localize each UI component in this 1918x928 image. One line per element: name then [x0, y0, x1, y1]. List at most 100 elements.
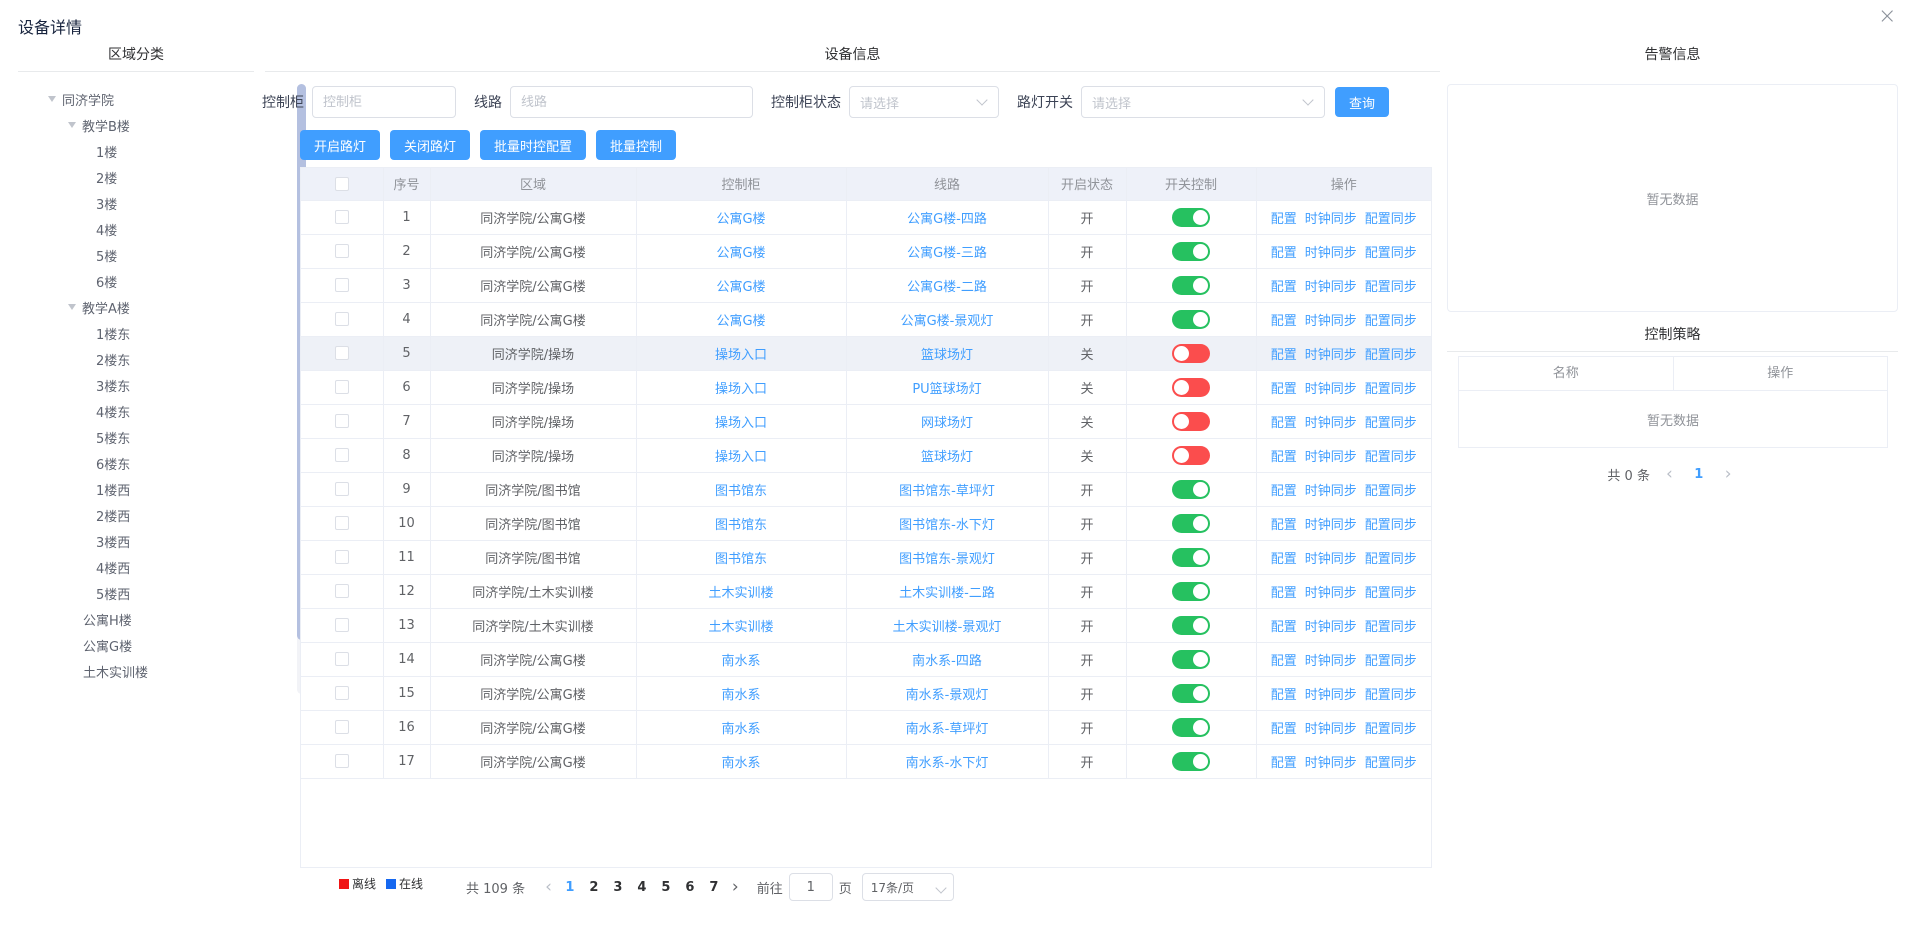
clock-sync-link[interactable]: 时钟同步: [1305, 518, 1357, 533]
clock-sync-link[interactable]: 时钟同步: [1305, 416, 1357, 431]
caret-down-icon[interactable]: [68, 122, 76, 128]
config-sync-link[interactable]: 配置同步: [1365, 450, 1417, 465]
cabinet-link[interactable]: 公寓G楼: [716, 212, 765, 227]
config-link[interactable]: 配置: [1271, 688, 1297, 703]
light-switch-toggle[interactable]: [1172, 480, 1210, 499]
table-row[interactable]: 12同济学院/土木实训楼土木实训楼土木实训楼-二路开配置时钟同步配置同步: [301, 574, 1431, 608]
lights-off-button[interactable]: 关闭路灯: [390, 130, 470, 160]
page-size-select[interactable]: 17条/页: [862, 873, 954, 901]
config-link[interactable]: 配置: [1271, 518, 1297, 533]
cabinet-link[interactable]: 土木实训楼: [708, 620, 773, 635]
row-checkbox[interactable]: [335, 482, 349, 496]
clock-sync-link[interactable]: 时钟同步: [1305, 212, 1357, 227]
tree-node[interactable]: 教学A楼: [18, 294, 274, 320]
clock-sync-link[interactable]: 时钟同步: [1305, 484, 1357, 499]
row-checkbox[interactable]: [335, 210, 349, 224]
table-row[interactable]: 7同济学院/操场操场入口网球场灯关配置时钟同步配置同步: [301, 404, 1431, 438]
goto-page-input[interactable]: [789, 873, 833, 901]
tree-node[interactable]: 3楼西: [18, 528, 274, 554]
row-checkbox[interactable]: [335, 448, 349, 462]
clock-sync-link[interactable]: 时钟同步: [1305, 756, 1357, 771]
tree-node[interactable]: 6楼东: [18, 450, 274, 476]
config-link[interactable]: 配置: [1271, 246, 1297, 261]
clock-sync-link[interactable]: 时钟同步: [1305, 552, 1357, 567]
config-link[interactable]: 配置: [1271, 654, 1297, 669]
row-checkbox[interactable]: [335, 346, 349, 360]
config-sync-link[interactable]: 配置同步: [1365, 654, 1417, 669]
config-sync-link[interactable]: 配置同步: [1365, 722, 1417, 737]
tree-node[interactable]: 公寓H楼: [18, 606, 274, 632]
caret-down-icon[interactable]: [68, 304, 76, 310]
tree-node[interactable]: 1楼西: [18, 476, 274, 502]
cabinet-link[interactable]: 公寓G楼: [716, 280, 765, 295]
clock-sync-link[interactable]: 时钟同步: [1305, 348, 1357, 363]
row-checkbox[interactable]: [335, 652, 349, 666]
line-link[interactable]: PU篮球场灯: [912, 382, 981, 397]
table-row[interactable]: 10同济学院/图书馆图书馆东图书馆东-水下灯开配置时钟同步配置同步: [301, 506, 1431, 540]
row-checkbox[interactable]: [335, 550, 349, 564]
light-switch-toggle[interactable]: [1172, 378, 1210, 397]
table-row[interactable]: 8同济学院/操场操场入口篮球场灯关配置时钟同步配置同步: [301, 438, 1431, 472]
tree-node[interactable]: 6楼: [18, 268, 274, 294]
config-link[interactable]: 配置: [1271, 552, 1297, 567]
clock-sync-link[interactable]: 时钟同步: [1305, 314, 1357, 329]
light-switch-toggle[interactable]: [1172, 344, 1210, 363]
cabinet-link[interactable]: 图书馆东: [715, 518, 767, 533]
config-sync-link[interactable]: 配置同步: [1365, 688, 1417, 703]
tree-node[interactable]: 同济学院: [18, 86, 274, 112]
filter-select[interactable]: 请选择: [849, 86, 999, 118]
table-row[interactable]: 16同济学院/公寓G楼南水系南水系-草坪灯开配置时钟同步配置同步: [301, 710, 1431, 744]
filter-select[interactable]: 请选择: [1081, 86, 1325, 118]
table-row[interactable]: 4同济学院/公寓G楼公寓G楼公寓G楼-景观灯开配置时钟同步配置同步: [301, 302, 1431, 336]
line-link[interactable]: 公寓G楼-三路: [907, 246, 987, 261]
page-number[interactable]: 5: [656, 880, 676, 895]
prev-page-icon[interactable]: ‹: [539, 873, 558, 901]
light-switch-toggle[interactable]: [1172, 616, 1210, 635]
table-row[interactable]: 9同济学院/图书馆图书馆东图书馆东-草坪灯开配置时钟同步配置同步: [301, 472, 1431, 506]
clock-sync-link[interactable]: 时钟同步: [1305, 280, 1357, 295]
line-link[interactable]: 图书馆东-景观灯: [899, 552, 995, 567]
line-link[interactable]: 南水系-景观灯: [906, 688, 989, 703]
config-sync-link[interactable]: 配置同步: [1365, 416, 1417, 431]
cabinet-link[interactable]: 南水系: [721, 722, 760, 737]
cabinet-link[interactable]: 南水系: [721, 654, 760, 669]
search-button[interactable]: 查询: [1335, 87, 1389, 117]
line-link[interactable]: 土木实训楼-景观灯: [893, 620, 1002, 635]
cabinet-link[interactable]: 操场入口: [715, 348, 767, 363]
batch-control-button[interactable]: 批量控制: [596, 130, 676, 160]
cabinet-link[interactable]: 南水系: [721, 756, 760, 771]
strategy-next-page-icon[interactable]: ›: [1719, 460, 1738, 488]
tree-node[interactable]: 5楼东: [18, 424, 274, 450]
clock-sync-link[interactable]: 时钟同步: [1305, 382, 1357, 397]
cabinet-link[interactable]: 公寓G楼: [716, 314, 765, 329]
tree-node[interactable]: 4楼东: [18, 398, 274, 424]
clock-sync-link[interactable]: 时钟同步: [1305, 246, 1357, 261]
table-row[interactable]: 1同济学院/公寓G楼公寓G楼公寓G楼-四路开配置时钟同步配置同步: [301, 200, 1431, 234]
config-sync-link[interactable]: 配置同步: [1365, 348, 1417, 363]
tree-node[interactable]: 1楼东: [18, 320, 274, 346]
strategy-prev-page-icon[interactable]: ‹: [1660, 460, 1679, 488]
light-switch-toggle[interactable]: [1172, 412, 1210, 431]
light-switch-toggle[interactable]: [1172, 242, 1210, 261]
config-link[interactable]: 配置: [1271, 348, 1297, 363]
tree-node[interactable]: 2楼东: [18, 346, 274, 372]
filter-input[interactable]: [323, 95, 445, 110]
line-link[interactable]: 公寓G楼-景观灯: [901, 314, 994, 329]
config-link[interactable]: 配置: [1271, 314, 1297, 329]
tree-node[interactable]: 4楼: [18, 216, 274, 242]
row-checkbox[interactable]: [335, 686, 349, 700]
tree-node[interactable]: 4楼西: [18, 554, 274, 580]
config-sync-link[interactable]: 配置同步: [1365, 756, 1417, 771]
cabinet-link[interactable]: 操场入口: [715, 450, 767, 465]
cabinet-link[interactable]: 土木实训楼: [708, 586, 773, 601]
strategy-page-number[interactable]: 1: [1689, 467, 1709, 482]
page-number[interactable]: 7: [704, 880, 724, 895]
filter-input[interactable]: [521, 95, 742, 110]
table-row[interactable]: 6同济学院/操场操场入口PU篮球场灯关配置时钟同步配置同步: [301, 370, 1431, 404]
row-checkbox[interactable]: [335, 278, 349, 292]
line-link[interactable]: 篮球场灯: [921, 450, 973, 465]
config-sync-link[interactable]: 配置同步: [1365, 280, 1417, 295]
clock-sync-link[interactable]: 时钟同步: [1305, 450, 1357, 465]
config-link[interactable]: 配置: [1271, 620, 1297, 635]
row-checkbox[interactable]: [335, 720, 349, 734]
